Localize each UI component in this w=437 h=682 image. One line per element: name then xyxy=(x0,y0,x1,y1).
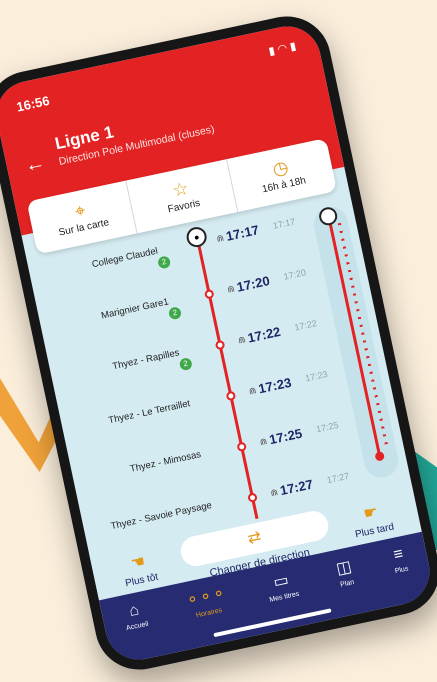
stop-dot xyxy=(225,390,237,402)
stop-name: Thyez - Rapilles xyxy=(111,347,181,373)
stop-dot xyxy=(247,492,258,504)
realtime-time: 17:27 xyxy=(278,476,315,499)
realtime-time: 17:17 xyxy=(224,222,261,244)
tab-plan[interactable]: ◫ Plan xyxy=(334,556,355,588)
realtime-icon: ⋒ xyxy=(258,436,269,448)
home-icon: ⌂ xyxy=(127,601,141,621)
map-icon: ◫ xyxy=(334,558,354,579)
tab-label: Plus xyxy=(394,565,410,576)
status-icons: ▮ ◠ ▮ xyxy=(267,40,298,58)
tab-label: Accueil xyxy=(125,620,150,633)
tab-accueil[interactable]: ⌂ Accueil xyxy=(121,600,150,633)
stop-dot xyxy=(214,339,226,351)
phone-screen: 16:56 ▮ ◠ ▮ ← Ligne 1 Direction Pole Mul… xyxy=(0,20,436,666)
scheduled-time: 17:20 xyxy=(282,267,307,282)
phone-frame: 16:56 ▮ ◠ ▮ ← Ligne 1 Direction Pole Mul… xyxy=(0,8,437,678)
status-time: 16:56 xyxy=(15,92,51,115)
tab-label: Mes titres xyxy=(268,590,300,604)
stop-name: Thyez - Le Terraillet xyxy=(107,398,192,427)
scheduled-time: 17:22 xyxy=(293,318,318,333)
realtime-time: 17:25 xyxy=(267,425,304,448)
realtime-icon: ⋒ xyxy=(247,385,258,397)
clock-icon: ◷ xyxy=(270,156,291,180)
later-button[interactable]: ☛ Plus tard xyxy=(339,497,405,543)
realtime-time: 17:20 xyxy=(235,273,272,295)
tab-horaires[interactable]: ⚬⚬⚬ Horaires xyxy=(184,583,230,621)
stop-badge: 2 xyxy=(167,306,183,321)
realtime-icon: ⋒ xyxy=(237,334,247,346)
earlier-button[interactable]: ☚ Plus tôt xyxy=(107,546,173,592)
menu-icon: ≡ xyxy=(392,545,405,564)
stop-dot xyxy=(203,288,215,300)
overview-bus-icon xyxy=(317,205,339,227)
realtime-icon: ⋒ xyxy=(226,283,236,295)
tab-label: Plan xyxy=(339,578,355,589)
scheduled-time: 17:23 xyxy=(304,368,329,384)
home-indicator xyxy=(213,608,332,638)
ticket-icon: ▭ xyxy=(271,571,291,592)
map-pin-route-icon: ⌖ xyxy=(73,199,88,222)
time-range-label: 16h à 18h xyxy=(261,175,307,196)
realtime-time: 17:23 xyxy=(257,374,293,397)
stop-badge: 2 xyxy=(157,255,172,270)
stop-name: Marignier Gare1 xyxy=(100,296,170,322)
realtime-icon: ⋒ xyxy=(269,486,279,499)
tab-mes-titres[interactable]: ▭ Mes titres xyxy=(264,568,300,604)
favorites-button-label: Favoris xyxy=(166,197,202,216)
stop-name: Thyez - Mimosas xyxy=(129,449,203,475)
swap-arrows-icon: ⇄ xyxy=(246,528,263,548)
map-button-label: Sur la carte xyxy=(57,217,111,239)
realtime-time: 17:22 xyxy=(246,323,282,346)
star-icon: ☆ xyxy=(170,177,191,201)
scheduled-time: 17:27 xyxy=(325,470,351,486)
scheduled-time: 17:17 xyxy=(271,216,297,231)
tab-label: Horaires xyxy=(195,607,223,620)
realtime-icon: ⋒ xyxy=(215,232,225,244)
stop-dot xyxy=(236,441,248,453)
overview-end-dot xyxy=(374,450,386,462)
scheduled-time: 17:25 xyxy=(315,419,340,435)
hand-swipe-icon: ☚ xyxy=(129,553,147,573)
stop-badge: 2 xyxy=(178,357,193,372)
tab-plus[interactable]: ≡ Plus xyxy=(390,545,409,575)
back-arrow-icon[interactable]: ← xyxy=(23,151,47,178)
